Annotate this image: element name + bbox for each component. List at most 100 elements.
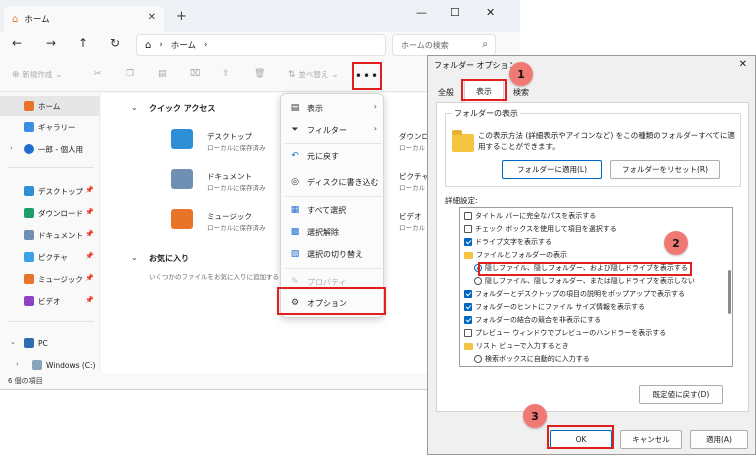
menu-item-select-none[interactable]: ▩ 選択解除 [281, 221, 385, 243]
setting-row[interactable]: チェック ボックスを使用して項目を選択する [464, 223, 617, 235]
sidebar-item-downloads[interactable]: ダウンロード 📌 [0, 203, 100, 223]
checkbox[interactable] [464, 225, 472, 233]
minimize-button[interactable]: — [416, 6, 427, 19]
close-window-button[interactable]: ✕ [486, 6, 495, 19]
reset-folders-button[interactable]: フォルダーをリセット(R) [610, 160, 720, 179]
setting-row[interactable]: フォルダーの結合の競合を非表示にする [464, 314, 601, 326]
chevron-right-icon: › [373, 124, 377, 133]
checkbox-checked[interactable] [464, 303, 472, 311]
search-input[interactable]: ホームの検索 ⌕ [392, 34, 496, 56]
paste-icon[interactable]: ▤ [158, 69, 167, 79]
button-label: キャンセル [632, 435, 670, 444]
setting-row[interactable]: プレビュー ウィンドウでプレビューのハンドラーを表示する [464, 327, 666, 339]
checkbox-checked[interactable] [464, 238, 472, 246]
sidebar-item-desktop[interactable]: デスクトップ 📌 [0, 181, 100, 201]
setting-row[interactable]: タイトル バーに完全なパスを表示する [464, 210, 596, 222]
chevron-down-icon[interactable]: ⌄ [131, 253, 138, 262]
chevron-right-icon[interactable]: › [10, 144, 13, 152]
cancel-button[interactable]: キャンセル [620, 430, 682, 449]
quick-access-title: クイック アクセス [149, 104, 216, 113]
pin-icon[interactable]: 📌 [85, 186, 94, 194]
restore-defaults-button[interactable]: 既定値に戻す(D) [639, 385, 723, 404]
menu-item-select-all[interactable]: ▦ すべて選択 [281, 199, 385, 221]
setting-label: リスト ビューで入力するとき [476, 342, 569, 350]
chevron-down-icon[interactable]: ⌄ [131, 103, 138, 112]
forward-button[interactable]: → [46, 36, 56, 50]
desktop-icon [24, 186, 34, 196]
chevron-down-icon[interactable]: ⌄ [10, 338, 16, 346]
scrollbar[interactable] [728, 212, 731, 362]
folder-icon [464, 251, 473, 259]
sidebar-item-onedrive[interactable]: › 一郎 - 個人用 [0, 139, 100, 159]
refresh-button[interactable]: ↻ [110, 36, 120, 50]
apply-button[interactable]: 適用(A) [690, 430, 748, 449]
navigation-pane: ホーム ギャラリー › 一郎 - 個人用 デスクトップ 📌 ダウンロード 📌 ド… [0, 93, 100, 373]
checkbox[interactable] [464, 212, 472, 220]
home-icon [24, 101, 34, 111]
sidebar-item-gallery[interactable]: ギャラリー [0, 117, 100, 137]
music-icon [24, 274, 34, 284]
cut-icon[interactable]: ✂ [94, 69, 102, 79]
pin-icon[interactable]: 📌 [85, 296, 94, 304]
radio[interactable] [474, 355, 482, 363]
menu-item-label: 選択解除 [307, 227, 339, 237]
share-icon[interactable]: ⇪ [222, 69, 230, 79]
tab-home[interactable]: ⌂ ホーム ✕ [4, 6, 164, 32]
sidebar-item-videos[interactable]: ビデオ 📌 [0, 291, 100, 311]
setting-row[interactable]: フォルダーとデスクトップの項目の説明をポップアップで表示する [464, 288, 685, 300]
sidebar-item-label: ビデオ [38, 296, 61, 306]
setting-row[interactable]: 隠しファイル、隠しフォルダー、または隠しドライブを表示しない [474, 275, 695, 287]
advanced-settings-list[interactable]: タイトル バーに完全なパスを表示する チェック ボックスを使用して項目を選択する… [459, 207, 733, 367]
new-button[interactable]: ⊕ 新規作成 ⌄ [12, 69, 63, 80]
sidebar-item-music[interactable]: ミュージック 📌 [0, 269, 100, 289]
scroll-thumb[interactable] [728, 270, 731, 314]
setting-label: フォルダーとデスクトップの項目の説明をポップアップで表示する [475, 290, 685, 298]
tab-general[interactable]: 全般 [432, 82, 460, 102]
setting-row[interactable]: 検索ボックスに自動的に入力する [474, 353, 590, 365]
sidebar-item-home[interactable]: ホーム [0, 96, 100, 116]
back-button[interactable]: ← [12, 36, 22, 50]
menu-item-view[interactable]: ▤ 表示 › [281, 97, 385, 119]
view-tab-highlight-box [461, 79, 507, 101]
pictures-icon [24, 252, 34, 262]
close-icon[interactable]: ✕ [739, 59, 747, 70]
pin-icon[interactable]: 📌 [85, 208, 94, 216]
copy-icon[interactable]: ❐ [126, 69, 134, 79]
sidebar-item-windows-drive[interactable]: › Windows (C:) [0, 355, 100, 375]
close-tab-icon[interactable]: ✕ [148, 12, 156, 23]
chevron-right-icon[interactable]: › [16, 360, 19, 368]
sidebar-item-pictures[interactable]: ピクチャ 📌 [0, 247, 100, 267]
setting-label: フォルダーのヒントにファイル サイズ情報を表示する [475, 303, 646, 311]
sort-button[interactable]: ⇅ 並べ替え ⌄ [288, 69, 339, 80]
pin-icon[interactable]: 📌 [85, 230, 94, 238]
filter-icon: ⏷ [291, 125, 299, 135]
apply-to-folders-button[interactable]: フォルダーに適用(L) [502, 160, 602, 179]
menu-item-filter[interactable]: ⏷ フィルター › [281, 119, 385, 141]
menu-item-invert-selection[interactable]: ▧ 選択の切り替え [281, 243, 385, 265]
checkbox[interactable] [464, 329, 472, 337]
up-button[interactable]: ↑ [78, 36, 88, 50]
setting-row[interactable]: ドライブ文字を表示する [464, 236, 552, 248]
menu-item-undo[interactable]: ↶ 元に戻す [281, 145, 385, 167]
address-field[interactable]: ⌂ › ホーム › [136, 34, 386, 56]
maximize-button[interactable]: ☐ [450, 6, 460, 19]
radio[interactable] [474, 277, 482, 285]
menu-item-burn-disc[interactable]: ◎ ディスクに書き込む [281, 171, 385, 193]
see-more-button[interactable]: ••• [352, 62, 382, 90]
checkbox-checked[interactable] [464, 316, 472, 324]
breadcrumb-home[interactable]: ホーム [171, 39, 196, 51]
rename-icon[interactable]: ⌧ [190, 69, 200, 79]
setting-label: ファイルとフォルダーの表示 [476, 251, 567, 259]
home-icon: ⌂ [145, 39, 152, 51]
button-label: フォルダーに適用(L) [516, 165, 588, 174]
pin-icon[interactable]: 📌 [85, 274, 94, 282]
setting-row[interactable]: フォルダーのヒントにファイル サイズ情報を表示する [464, 301, 645, 313]
sidebar-item-pc[interactable]: ⌄ PC [0, 333, 100, 353]
pin-icon[interactable]: 📌 [85, 252, 94, 260]
checkbox-checked[interactable] [464, 290, 472, 298]
delete-icon[interactable]: 🗑 [254, 69, 265, 79]
advanced-settings-label: 詳細設定: [445, 196, 478, 205]
sidebar-item-documents[interactable]: ドキュメント 📌 [0, 225, 100, 245]
new-tab-button[interactable]: + [176, 9, 187, 24]
undo-icon: ↶ [291, 151, 299, 161]
